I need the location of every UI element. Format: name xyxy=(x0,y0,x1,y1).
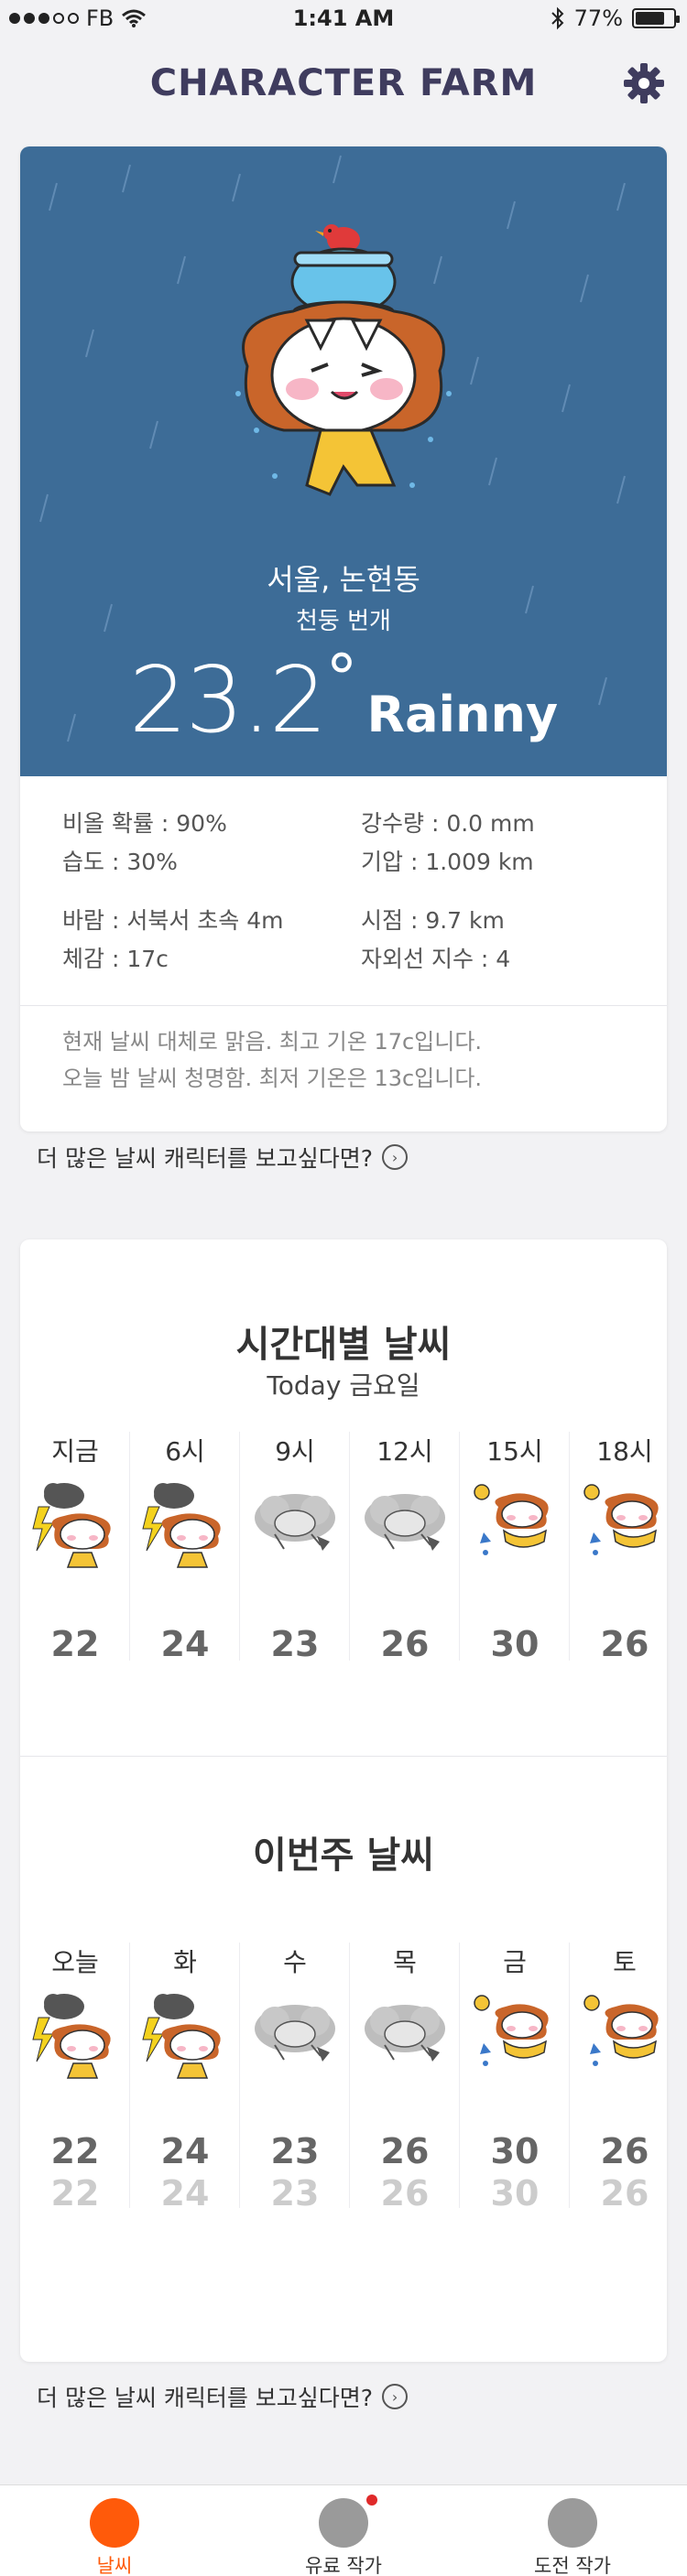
thunder-character-icon xyxy=(27,1986,123,2087)
day-label: 목 xyxy=(393,1947,417,1977)
condition-label: Rainny xyxy=(366,686,559,743)
weather-summary: 현재 날씨 대체로 맑음. 최고 기온 17c입니다. 오늘 밤 날씨 청명함.… xyxy=(62,1023,482,1097)
forecast-card: 시간대별 날씨 Today 금요일 지금 22 6시 24 9시 23 12시 … xyxy=(20,1239,667,2362)
detail-feels-like: 체감 : 17c xyxy=(62,946,169,972)
day-label: 토 xyxy=(613,1947,637,1977)
day-high-temp: 26 xyxy=(600,2131,649,2171)
tab-label: 유료 작가 xyxy=(305,2555,382,2576)
divider xyxy=(20,1005,667,1006)
battery-percent: 77% xyxy=(573,5,623,31)
tab-label: 도전 작가 xyxy=(534,2555,611,2576)
temperature-value: 23.2 xyxy=(128,646,328,753)
tab-bar: 날씨 유료 작가 도전 작가 xyxy=(0,2484,687,2576)
thunder-character-icon xyxy=(27,1476,123,1576)
day-high-temp: 24 xyxy=(160,2131,210,2171)
day-high-temp: 26 xyxy=(380,2131,430,2171)
detail-pressure: 기압 : 1.009 km xyxy=(361,849,534,875)
weekly-scroll[interactable]: 오늘 22 22 화 24 24 수 23 23 목 26 26 금 30 30… xyxy=(20,1943,667,2208)
tab-challenge-artists[interactable]: 도전 작가 xyxy=(458,2485,687,2576)
hour-label: 15시 xyxy=(486,1436,543,1467)
paid-artists-tab-icon xyxy=(319,2498,368,2548)
hour-label: 9시 xyxy=(275,1436,315,1467)
summary-line: 오늘 밤 날씨 청명함. 최저 기온은 13c입니다. xyxy=(62,1066,483,1091)
day-low-temp: 23 xyxy=(270,2173,320,2208)
sunny-character-icon xyxy=(577,1476,667,1576)
status-bar: FB 1:41 AM 77% xyxy=(0,0,687,40)
hour-label: 12시 xyxy=(376,1436,433,1467)
tab-label: 날씨 xyxy=(96,2555,133,2576)
day-label: 화 xyxy=(173,1947,197,1977)
thunder-character-icon xyxy=(137,1986,233,2087)
day-low-temp: 26 xyxy=(600,2173,649,2208)
current-weather-card: 서울, 논현동 천둥 번개 23.2° Rainny 비올 확률 : 90% 강수… xyxy=(20,146,667,1131)
hero-panel: 서울, 논현동 천둥 번개 23.2° Rainny xyxy=(20,146,667,776)
chevron-right-icon: › xyxy=(382,1144,409,1170)
notification-badge xyxy=(366,2495,377,2506)
day-low-temp: 22 xyxy=(50,2173,100,2208)
section-divider xyxy=(20,1756,667,1757)
detail-rain-chance: 비올 확률 : 90% xyxy=(62,810,227,837)
sunny-character-icon xyxy=(577,1986,667,2087)
gear-icon[interactable] xyxy=(621,60,667,106)
hour-temp: 24 xyxy=(160,1624,210,1664)
app-header: CHARACTER FARM xyxy=(0,55,687,121)
sunny-character-icon xyxy=(467,1476,562,1576)
day-high-temp: 30 xyxy=(490,2131,540,2171)
more-characters-link[interactable]: 더 많은 날씨 캐릭터를 보고싶다면? › xyxy=(37,1141,409,1174)
location-label: 서울, 논현동 xyxy=(267,562,420,597)
day-high-temp: 22 xyxy=(50,2131,100,2171)
detail-visibility: 시점 : 9.7 km xyxy=(361,907,505,934)
day-low-temp: 24 xyxy=(160,2173,210,2208)
cloudy-character-icon xyxy=(357,1986,453,2087)
detail-wind: 바람 : 서북서 초속 4m xyxy=(62,907,284,934)
detail-precipitation: 강수량 : 0.0 mm xyxy=(361,810,535,837)
hour-label: 지금 xyxy=(51,1436,99,1467)
weekly-title: 이번주 날씨 xyxy=(253,1835,434,1877)
chevron-right-icon: › xyxy=(382,2384,409,2409)
day-high-temp: 23 xyxy=(270,2131,320,2171)
hour-temp: 30 xyxy=(490,1624,540,1664)
hour-temp: 26 xyxy=(600,1624,649,1664)
hour-temp: 23 xyxy=(270,1624,320,1664)
challenge-artists-tab-icon xyxy=(548,2498,597,2548)
more-characters-link-bottom[interactable]: 더 많은 날씨 캐릭터를 보고싶다면? › xyxy=(37,2380,409,2413)
day-label: 금 xyxy=(503,1947,527,1977)
cloudy-character-icon xyxy=(357,1476,453,1576)
weather-tab-icon xyxy=(90,2498,139,2548)
bluetooth-icon xyxy=(551,6,564,30)
day-label: 오늘 xyxy=(51,1947,99,1977)
more-characters-label: 더 많은 날씨 캐릭터를 보고싶다면? xyxy=(37,1145,374,1172)
cloudy-character-icon xyxy=(247,1986,343,2087)
hour-label: 6시 xyxy=(165,1436,205,1467)
degree-symbol: ° xyxy=(325,641,358,716)
tab-weather[interactable]: 날씨 xyxy=(0,2485,229,2576)
summary-line: 현재 날씨 대체로 맑음. 최고 기온 17c입니다. xyxy=(62,1029,483,1055)
hourly-title: 시간대별 날씨 xyxy=(235,1324,452,1366)
tab-paid-artists[interactable]: 유료 작가 xyxy=(229,2485,458,2576)
app-title: CHARACTER FARM xyxy=(149,62,538,104)
detail-humidity: 습도 : 30% xyxy=(62,849,178,875)
condition-korean: 천둥 번개 xyxy=(296,608,391,635)
temperature-display: 23.2° Rainny xyxy=(20,641,667,753)
battery-icon xyxy=(632,8,680,28)
sunny-character-icon xyxy=(467,1986,562,2087)
detail-uv-index: 자외선 지수 : 4 xyxy=(361,946,511,972)
hourly-subtitle: Today 금요일 xyxy=(267,1370,420,1401)
cloudy-character-icon xyxy=(247,1476,343,1576)
weather-character-illustration xyxy=(235,224,452,496)
day-low-temp: 30 xyxy=(490,2173,540,2208)
hourly-scroll[interactable]: 지금 22 6시 24 9시 23 12시 26 15시 30 18시 26 xyxy=(20,1432,667,1670)
hour-label: 18시 xyxy=(596,1436,653,1467)
day-label: 수 xyxy=(283,1947,307,1977)
day-low-temp: 26 xyxy=(380,2173,430,2208)
thunder-character-icon xyxy=(137,1476,233,1576)
hour-temp: 26 xyxy=(380,1624,430,1664)
more-characters-label: 더 많은 날씨 캐릭터를 보고싶다면? xyxy=(37,2385,374,2411)
hour-temp: 22 xyxy=(50,1624,100,1664)
status-right: 77% xyxy=(551,5,680,31)
